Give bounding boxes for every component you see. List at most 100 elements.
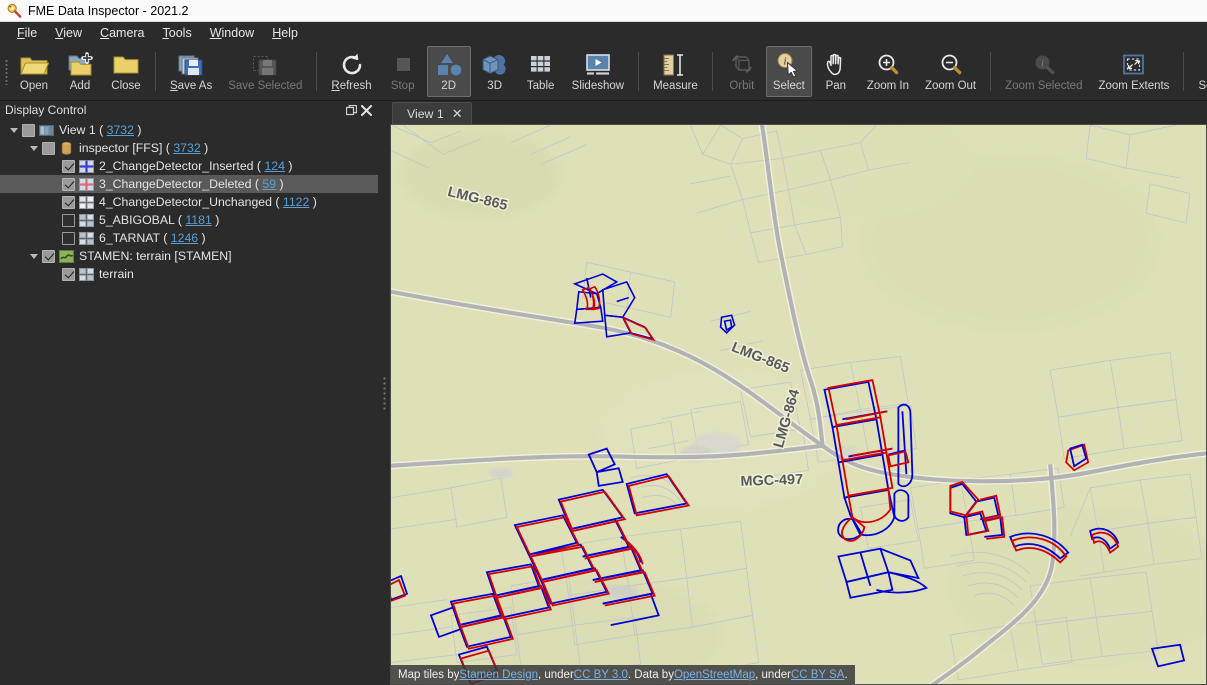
select-no-geometry-label: Select No Geometry (1198, 80, 1207, 92)
cube-3d-icon (480, 51, 510, 79)
menu-help[interactable]: Help (263, 24, 307, 42)
layer-red-icon (79, 177, 94, 192)
layer-gray-icon-abigobal (79, 213, 94, 228)
checkbox-tarnat[interactable] (62, 231, 75, 245)
checkbox-terrain[interactable] (62, 267, 75, 281)
pan-button[interactable]: Pan (814, 46, 858, 97)
ruler-icon (660, 51, 690, 79)
tree-item-inspector-ffs[interactable]: inspector [FFS] ( 3732 ) (0, 139, 378, 157)
checkbox-abigobal[interactable] (62, 213, 75, 227)
tree-item-view-1[interactable]: View 1 ( 3732 ) (0, 121, 378, 139)
attrib-prefix: Map tiles by (398, 668, 460, 681)
main-toolbar: Open Add Close Save As Save Selected Ref… (0, 43, 1207, 101)
menu-window[interactable]: Window (201, 24, 263, 42)
zoom-extents-icon (1119, 51, 1149, 79)
select-no-geometry-button[interactable]: Select No Geometry (1191, 46, 1207, 97)
tab-view-1[interactable]: View 1 ✕ (392, 102, 472, 124)
checkbox-inspector-ffs[interactable] (42, 141, 55, 155)
slideshow-label: Slideshow (571, 80, 625, 92)
checkbox-changedetector-deleted[interactable] (62, 177, 75, 191)
save-as-label: Save As (170, 80, 213, 92)
attrib-mid1: , under (537, 668, 574, 681)
refresh-icon (337, 51, 367, 79)
select-button[interactable]: i Select (765, 46, 812, 97)
feature-count-inspector-ffs[interactable]: 3732 (173, 141, 200, 155)
save-selected-icon (250, 51, 280, 79)
twisty-stamen-terrain[interactable] (26, 247, 42, 265)
feature-count-view-1[interactable]: 3732 (107, 123, 134, 137)
attrib-ccbysa-link[interactable]: CC BY SA (791, 669, 844, 681)
measure-label: Measure (653, 80, 698, 92)
menu-tools[interactable]: Tools (154, 24, 201, 42)
toolbar-separator-4 (711, 52, 713, 91)
tree-item-stamen-terrain[interactable]: STAMEN: terrain [STAMEN] (0, 247, 378, 265)
feature-count-abigobal[interactable]: 1181 (185, 213, 211, 227)
basemap-icon (59, 249, 74, 264)
close-button[interactable]: Close (104, 46, 148, 97)
view-3d-button[interactable]: 3D (473, 46, 517, 97)
attrib-mid3: , under (755, 668, 791, 681)
tree-item-terrain[interactable]: terrain (0, 265, 378, 283)
panel-splitter[interactable] (378, 101, 390, 685)
toolbar-separator-2 (316, 52, 318, 91)
tree-label-terrain: terrain (99, 267, 134, 281)
save-as-button[interactable]: Save As (163, 46, 219, 97)
map-render: LMG-865 LMG-865 LMG-864 MGC-497 (391, 125, 1206, 684)
feature-count-changedetector-unchanged[interactable]: 1122 (283, 195, 309, 209)
checkbox-changedetector-inserted[interactable] (62, 159, 75, 173)
float-icon[interactable] (344, 103, 359, 118)
hand-pan-icon (821, 51, 851, 79)
slideshow-button[interactable]: Slideshow (565, 46, 631, 97)
zoom-in-button[interactable]: Zoom In (860, 46, 916, 97)
feature-count-changedetector-inserted[interactable]: 124 (264, 159, 285, 173)
add-button[interactable]: Add (58, 46, 102, 97)
tree-label-stamen-terrain: STAMEN: terrain [STAMEN] (79, 249, 232, 263)
tree-item-changedetector-deleted[interactable]: 3_ChangeDetector_Deleted ( 59 ) (0, 175, 378, 193)
window-title: FME Data Inspector - 2021.2 (28, 3, 189, 18)
main-body: Display Control View 1 (3732) inspecto… (0, 101, 1207, 685)
tree-item-tarnat[interactable]: 6_TARNAT ( 1246 ) (0, 229, 378, 247)
tree-item-abigobal[interactable]: 5_ABIGOBAL ( 1181 ) (0, 211, 378, 229)
measure-button[interactable]: Measure (646, 46, 705, 97)
checkbox-changedetector-unchanged[interactable] (62, 195, 75, 209)
attrib-ccby30-link[interactable]: CC BY 3.0 (574, 669, 628, 681)
zoom-selected-icon: i (1029, 51, 1059, 79)
attrib-stamen-link[interactable]: Stamen Design (459, 669, 538, 681)
attrib-osm-link[interactable]: OpenStreetMap (674, 669, 755, 681)
layer-blue-icon (79, 159, 94, 174)
svg-text:i: i (1041, 58, 1044, 69)
tree-item-changedetector-inserted[interactable]: 2_ChangeDetector_Inserted ( 124 ) (0, 157, 378, 175)
feature-count-tarnat[interactable]: 1246 (171, 231, 198, 245)
menu-file[interactable]: File (8, 24, 46, 42)
refresh-button[interactable]: Refresh (324, 46, 378, 97)
twisty-inspector-ffs[interactable] (26, 139, 42, 157)
zoom-extents-button[interactable]: Zoom Extents (1091, 46, 1176, 97)
stop-icon (388, 51, 418, 79)
twisty-view-1[interactable] (6, 121, 22, 139)
view-2d-button[interactable]: 2D (426, 46, 471, 97)
slideshow-icon (583, 51, 613, 79)
map-canvas[interactable]: LMG-865 LMG-865 LMG-864 MGC-497 Map tile… (390, 124, 1207, 685)
toolbar-grip[interactable] (2, 43, 11, 100)
checkbox-view-1[interactable] (22, 123, 35, 137)
checkbox-stamen-terrain[interactable] (42, 249, 55, 263)
toolbar-separator-6 (1183, 52, 1185, 91)
zoom-out-label: Zoom Out (924, 80, 977, 92)
open-button[interactable]: Open (12, 46, 56, 97)
save-selected-button: Save Selected (221, 46, 309, 97)
tree-item-changedetector-unchanged[interactable]: 4_ChangeDetector_Unchanged ( 1122 ) (0, 193, 378, 211)
inspector-magnifier-icon (6, 3, 22, 19)
feature-count-changedetector-deleted[interactable]: 59 (262, 177, 276, 191)
zoom-out-button[interactable]: Zoom Out (918, 46, 983, 97)
open-label: Open (19, 80, 49, 92)
menu-camera[interactable]: Camera (91, 24, 153, 42)
tab-view-1-label: View 1 (407, 106, 444, 121)
menu-view[interactable]: View (46, 24, 91, 42)
close-icon[interactable] (359, 103, 374, 118)
layer-gray-icon-terrain (79, 267, 94, 282)
stop-label: Stop (390, 80, 415, 92)
tab-close-icon[interactable]: ✕ (452, 107, 463, 120)
refresh-label: Refresh (331, 80, 372, 92)
toolbar-separator-5 (990, 52, 992, 91)
table-button[interactable]: Table (519, 46, 563, 97)
